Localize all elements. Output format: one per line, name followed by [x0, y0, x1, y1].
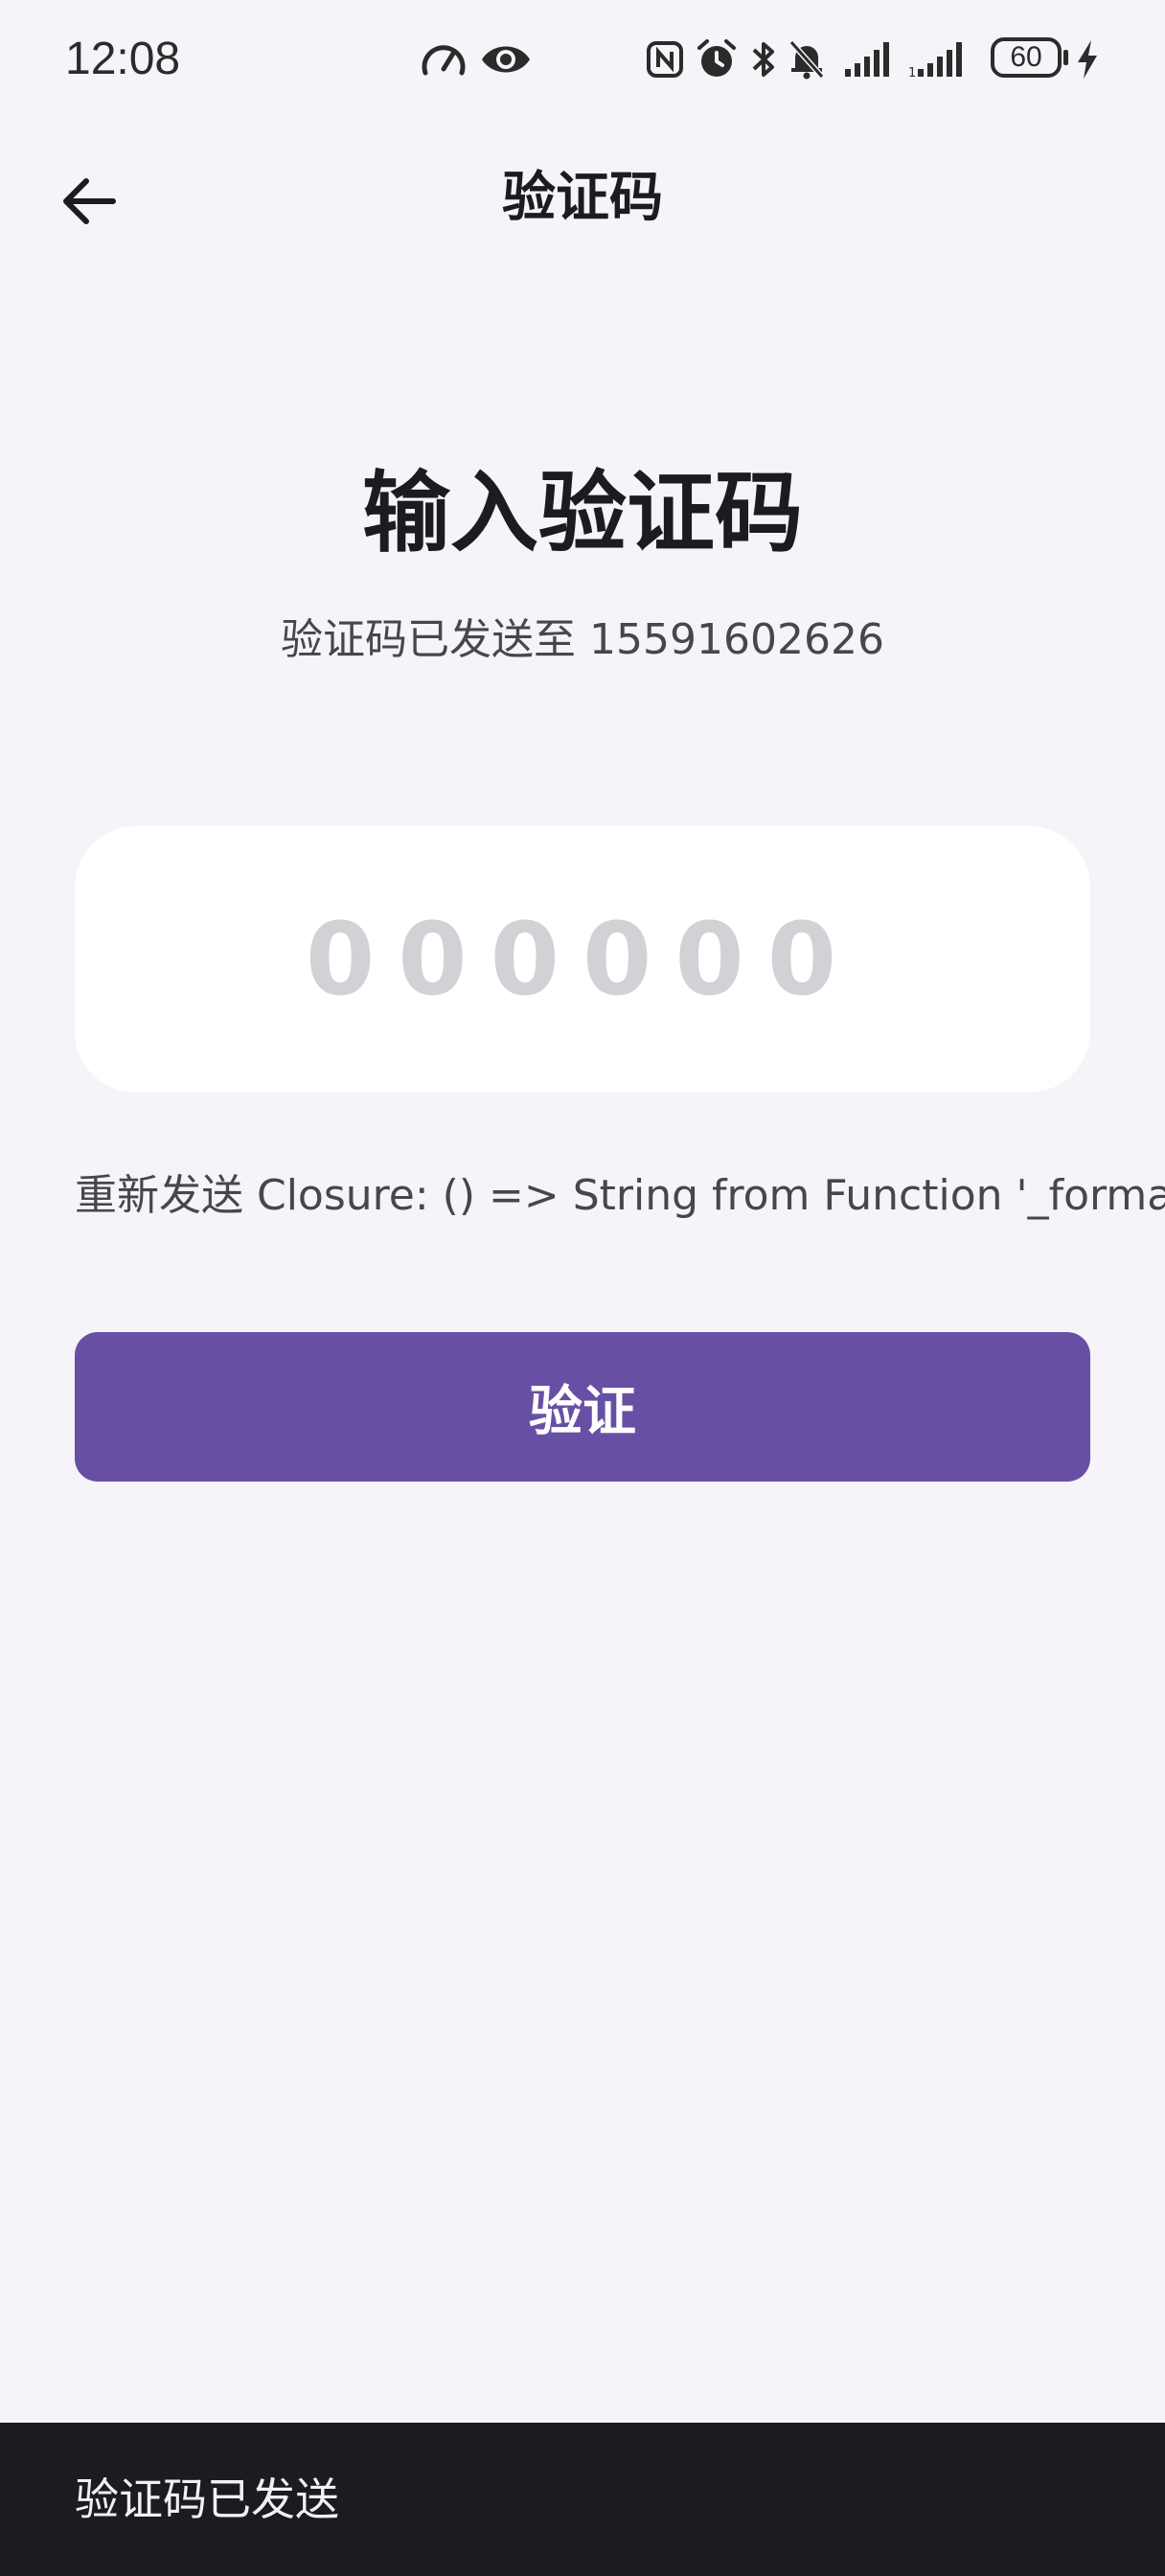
- verify-button[interactable]: 验证: [75, 1332, 1090, 1482]
- eye-icon: [479, 36, 533, 82]
- battery-icon: 60: [991, 37, 1062, 78]
- code-input-container: [75, 826, 1090, 1092]
- snackbar: 验证码已发送: [0, 2423, 1165, 2576]
- charging-icon: [1075, 36, 1100, 82]
- svg-text:1: 1: [908, 66, 916, 79]
- signal-icon: [843, 36, 895, 82]
- signal-icon: 1: [908, 36, 977, 82]
- verification-code-input[interactable]: [75, 826, 1090, 1092]
- sent-to-subtitle: 验证码已发送至 15591602626: [281, 615, 884, 664]
- resend-code-link[interactable]: 重新发送 Closure: () => String from Function…: [75, 1167, 1165, 1225]
- page-title: 验证码: [502, 167, 663, 229]
- nfc-icon: [646, 36, 684, 82]
- snackbar-message: 验证码已发送: [75, 2473, 339, 2525]
- headline: 输入验证码: [361, 462, 803, 564]
- battery-level: 60: [1010, 41, 1042, 73]
- status-bar: 12:08 1 60: [0, 0, 1165, 119]
- battery-tip: [1063, 50, 1068, 65]
- app-bar: 验证码: [0, 119, 1165, 284]
- bell-off-icon: [788, 36, 826, 82]
- alarm-icon: [696, 36, 738, 82]
- status-time: 12:08: [65, 34, 181, 84]
- speedometer-icon: [420, 36, 468, 82]
- bluetooth-icon: [749, 36, 778, 82]
